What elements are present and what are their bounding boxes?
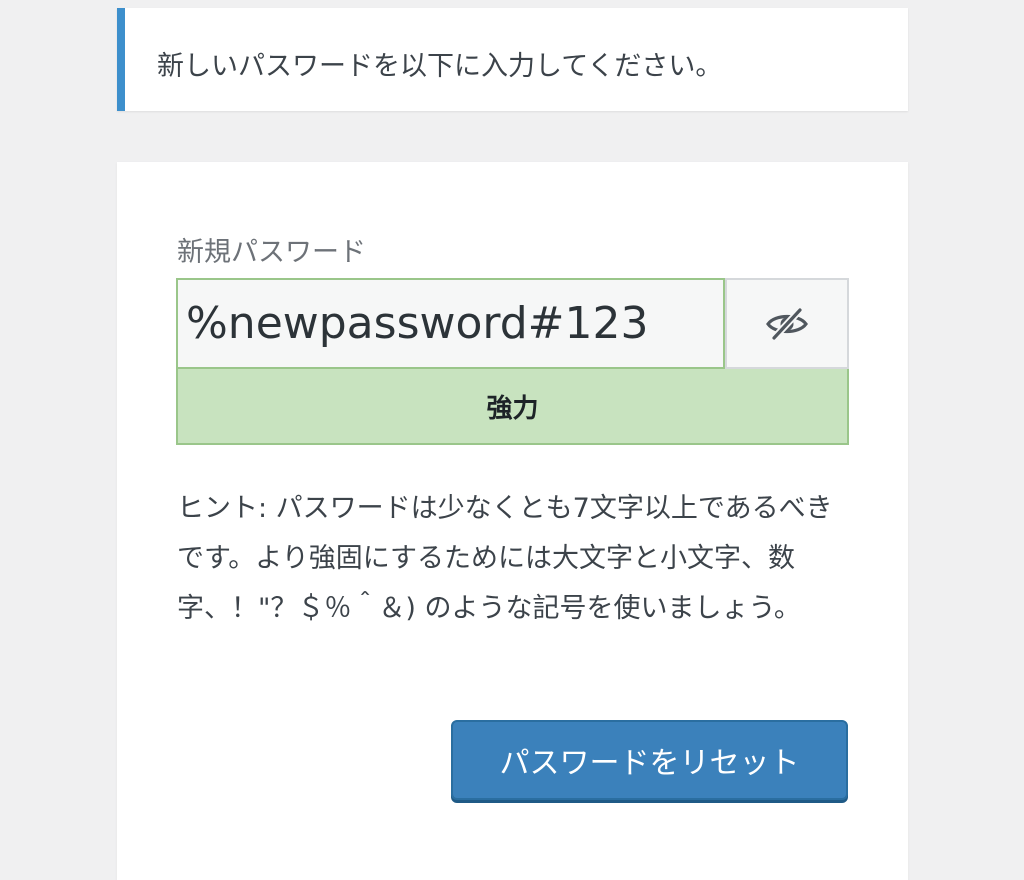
info-notice: 新しいパスワードを以下に入力してください。 <box>117 8 908 111</box>
reset-password-form: 新規パスワード 強力 ヒント: パスワードは少なくとも7文字以上であるべきです。… <box>117 162 908 880</box>
password-hint: ヒント: パスワードは少なくとも7文字以上であるべきです。より強固にするためには… <box>177 493 833 624</box>
reset-password-page: 新しいパスワードを以下に入力してください。 新規パスワード 強力 ヒント: パス… <box>0 0 1024 880</box>
new-password-label: 新規パスワード <box>177 237 366 268</box>
notice-message: 新しいパスワードを以下に入力してください。 <box>157 51 723 82</box>
password-strength-indicator: 強力 <box>176 369 849 445</box>
reset-password-button[interactable]: パスワードをリセット <box>451 720 848 800</box>
new-password-input[interactable] <box>176 278 725 369</box>
toggle-password-visibility-button[interactable] <box>725 278 849 369</box>
eye-slash-icon <box>766 307 808 340</box>
